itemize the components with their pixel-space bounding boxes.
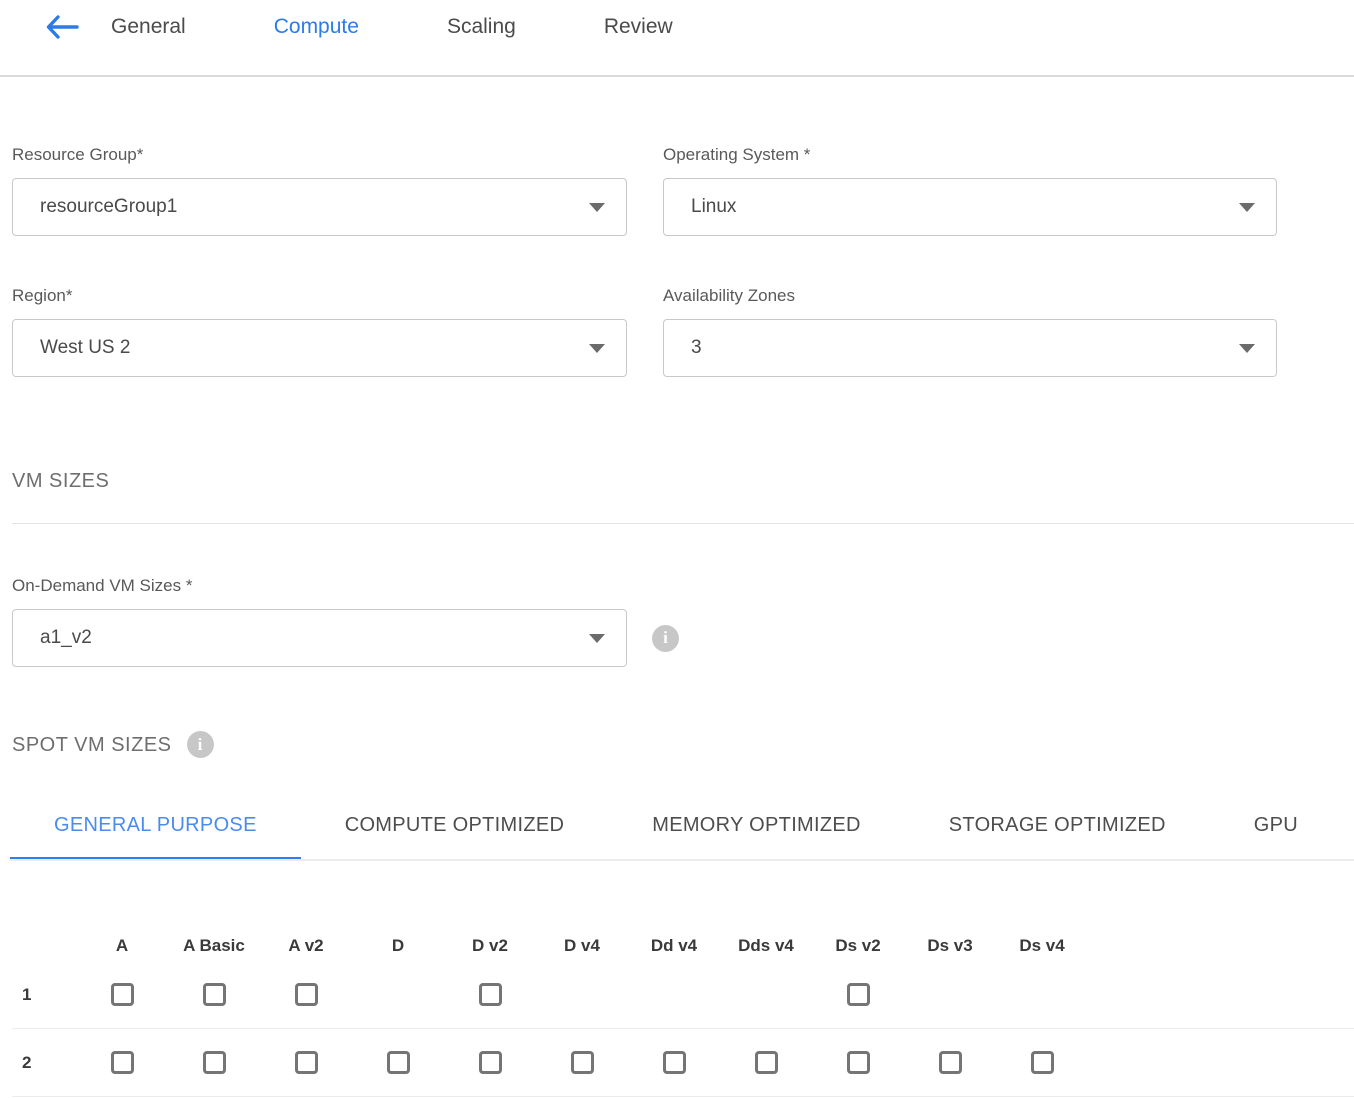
- tab-compute[interactable]: Compute: [274, 14, 359, 40]
- spot-row-1: 1: [12, 961, 1354, 1029]
- selected-value: Linux: [691, 196, 736, 218]
- vm-column-d: D: [352, 936, 444, 956]
- wizard-steps: General Compute Scaling Review: [111, 14, 673, 40]
- field-label: Operating System *: [663, 145, 1277, 165]
- cell-2-d: [352, 1051, 444, 1074]
- vm-size-checkbox-ds-v3-row2[interactable]: [939, 1051, 962, 1074]
- vm-size-checkbox-d-v2-row1[interactable]: [479, 983, 502, 1006]
- field-operating-system: Operating System * Linux: [663, 145, 1277, 236]
- row-label: 1: [12, 985, 76, 1005]
- vm-size-checkbox-a-row2[interactable]: [111, 1051, 134, 1074]
- vm-column-a-basic: A Basic: [168, 936, 260, 956]
- info-icon[interactable]: i: [652, 625, 679, 652]
- wizard-nav: General Compute Scaling Review: [0, 0, 1354, 77]
- select-resource-group[interactable]: resourceGroup1: [12, 178, 627, 236]
- field-region: Region* West US 2: [12, 286, 627, 377]
- cell-2-a: [76, 1051, 168, 1074]
- chevron-down-icon: [1239, 344, 1255, 353]
- vm-column-d-v4: D v4: [536, 936, 628, 956]
- vm-size-checkbox-ds-v2-row1[interactable]: [847, 983, 870, 1006]
- cell-2-a-v2: [260, 1051, 352, 1074]
- cell-2-a-basic: [168, 1051, 260, 1074]
- vm-size-checkbox-dd-v4-row2[interactable]: [663, 1051, 686, 1074]
- on-demand-vm-sizes-select[interactable]: a1_v2: [12, 609, 627, 667]
- cell-2-ds-v3: [904, 1051, 996, 1074]
- chevron-down-icon: [589, 203, 605, 212]
- selected-value: West US 2: [40, 337, 130, 359]
- spot-tab-gpu[interactable]: GPU: [1210, 806, 1342, 859]
- vm-column-dds-v4: Dds v4: [720, 936, 812, 956]
- field-label: Resource Group*: [12, 145, 627, 165]
- cell-1-ds-v2: [812, 983, 904, 1006]
- spot-tab-compute-optimized[interactable]: COMPUTE OPTIMIZED: [301, 806, 609, 859]
- vm-size-checkbox-d-row2[interactable]: [387, 1051, 410, 1074]
- vm-table-header: AA BasicA v2DD v2D v4Dd v4Dds v4Ds v2Ds …: [12, 931, 1354, 961]
- tab-general[interactable]: General: [111, 14, 186, 40]
- selected-value: resourceGroup1: [40, 196, 177, 218]
- vm-sizes-section-title: VM SIZES: [12, 469, 1354, 493]
- vm-column-dd-v4: Dd v4: [628, 936, 720, 956]
- vm-size-checkbox-d-v4-row2[interactable]: [571, 1051, 594, 1074]
- spot-tab-general-purpose[interactable]: GENERAL PURPOSE: [10, 806, 301, 859]
- vm-size-checkbox-ds-v2-row2[interactable]: [847, 1051, 870, 1074]
- vm-column-ds-v3: Ds v3: [904, 936, 996, 956]
- spot-vm-category-tabs: GENERAL PURPOSECOMPUTE OPTIMIZEDMEMORY O…: [10, 806, 1354, 861]
- field-label: Availability Zones: [663, 286, 1277, 306]
- vm-column-d-v2: D v2: [444, 936, 536, 956]
- spot-tab-memory-optimized[interactable]: MEMORY OPTIMIZED: [608, 806, 905, 859]
- vm-size-checkbox-a-v2-row1[interactable]: [295, 983, 318, 1006]
- compute-form: Resource Group* resourceGroup1 Operating S…: [12, 145, 1277, 377]
- spot-vm-sizes-section-title: SPOT VM SIZES: [12, 733, 172, 757]
- tab-scaling[interactable]: Scaling: [447, 14, 516, 40]
- vm-size-checkbox-a-basic-row1[interactable]: [203, 983, 226, 1006]
- back-arrow-icon: [45, 14, 81, 40]
- field-availability-zones: Availability Zones 3: [663, 286, 1277, 377]
- vm-size-checkbox-d-v2-row2[interactable]: [479, 1051, 502, 1074]
- vm-column-ds-v2: Ds v2: [812, 936, 904, 956]
- field-resource-group: Resource Group* resourceGroup1: [12, 145, 627, 236]
- cell-2-ds-v2: [812, 1051, 904, 1074]
- vm-size-checkbox-dds-v4-row2[interactable]: [755, 1051, 778, 1074]
- select-availability-zones[interactable]: 3: [663, 319, 1277, 377]
- vm-column-a: A: [76, 936, 168, 956]
- row-label: 2: [12, 1053, 76, 1073]
- cell-1-a-v2: [260, 983, 352, 1006]
- cell-2-ds-v4: [996, 1051, 1088, 1074]
- vm-size-checkbox-ds-v4-row2[interactable]: [1031, 1051, 1054, 1074]
- back-button[interactable]: [45, 14, 81, 42]
- selected-value: 3: [691, 337, 702, 359]
- field-label: Region*: [12, 286, 627, 306]
- spot-row-2: 2: [12, 1029, 1354, 1097]
- tab-review[interactable]: Review: [604, 14, 673, 40]
- cell-2-dd-v4: [628, 1051, 720, 1074]
- cell-2-dds-v4: [720, 1051, 812, 1074]
- spot-tab-storage-optimized[interactable]: STORAGE OPTIMIZED: [905, 806, 1210, 859]
- cell-2-d-v2: [444, 1051, 536, 1074]
- cell-1-a-basic: [168, 983, 260, 1006]
- vm-column-ds-v4: Ds v4: [996, 936, 1088, 956]
- vm-size-checkbox-a-row1[interactable]: [111, 983, 134, 1006]
- on-demand-vm-sizes-label: On-Demand VM Sizes *: [12, 576, 1354, 596]
- info-icon[interactable]: i: [187, 731, 214, 758]
- select-region[interactable]: West US 2: [12, 319, 627, 377]
- vm-size-checkbox-a-v2-row2[interactable]: [295, 1051, 318, 1074]
- chevron-down-icon: [1239, 203, 1255, 212]
- select-operating-system[interactable]: Linux: [663, 178, 1277, 236]
- compute-step-content: Resource Group* resourceGroup1 Operating S…: [0, 145, 1354, 1097]
- vm-column-a-v2: A v2: [260, 936, 352, 956]
- spot-vm-size-table: AA BasicA v2DD v2D v4Dd v4Dds v4Ds v2Ds …: [12, 931, 1354, 1097]
- selected-value: a1_v2: [40, 627, 92, 649]
- vm-size-checkbox-a-basic-row2[interactable]: [203, 1051, 226, 1074]
- cell-1-d-v2: [444, 983, 536, 1006]
- section-divider: [12, 523, 1354, 524]
- cell-1-a: [76, 983, 168, 1006]
- chevron-down-icon: [589, 634, 605, 643]
- cell-2-d-v4: [536, 1051, 628, 1074]
- chevron-down-icon: [589, 344, 605, 353]
